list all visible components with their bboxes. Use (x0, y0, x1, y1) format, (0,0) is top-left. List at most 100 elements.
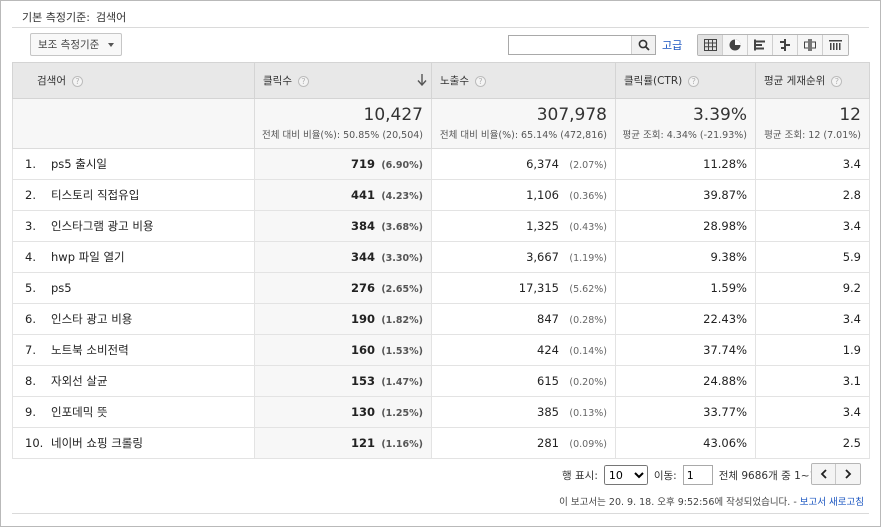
position-value: 5.9 (842, 250, 861, 264)
row-index: 5. (25, 281, 36, 295)
ctr-cell: 22.43% (615, 303, 756, 335)
page-nav (811, 463, 861, 485)
keyword-link[interactable]: ps5 (51, 281, 72, 295)
search-button[interactable] (631, 36, 655, 54)
keyword-link[interactable]: 네이버 쇼핑 크롤링 (51, 436, 143, 450)
view-pie-button[interactable] (723, 35, 748, 55)
position-value: 3.1 (842, 374, 861, 388)
position-value: 1.9 (842, 343, 861, 357)
row-index: 4. (25, 250, 36, 264)
col-header-keyword[interactable]: 검색어? (12, 62, 255, 99)
keyword-link[interactable]: 노트북 소비전력 (51, 343, 129, 357)
goto-page-input[interactable] (682, 465, 713, 485)
clicks-cell: 121 (1.16%) (254, 427, 432, 459)
col-header-clicks[interactable]: 클릭수? (254, 62, 432, 99)
clicks-percent: (1.47%) (381, 377, 423, 388)
sort-descending-icon (417, 74, 427, 86)
totals-row: 10,427 전체 대비 비율(%): 50.85% (20,504) 307,… (12, 98, 870, 149)
ctr-value: 9.38% (710, 250, 747, 264)
keyword-link[interactable]: 인스타그램 광고 비용 (51, 219, 154, 233)
impressions-percent: (0.20%) (569, 377, 607, 388)
total-ctr: 3.39% 평균 조회: 4.34% (-21.93%) (615, 98, 756, 149)
ctr-cell: 1.59% (615, 272, 756, 304)
table-row: 2. 티스토리 직접유입 441 (4.23%) 1,106 (0.36%) 39.87% 2… (12, 179, 870, 211)
impressions-cell: 6,374 (2.07%) (431, 148, 616, 180)
impressions-value: 1,325 (526, 219, 559, 233)
col-header-impressions[interactable]: 노출수? (431, 62, 616, 99)
keyword-cell: 7. 노트북 소비전력 (12, 334, 255, 366)
report-timestamp: 이 보고서는 20. 9. 18. 오후 9:52:56에 작성되었습니다. -… (559, 497, 864, 508)
chevron-left-icon (820, 469, 827, 479)
clicks-value: 344 (350, 250, 375, 264)
totals-label-cell (12, 98, 255, 149)
position-cell: 3.4 (755, 396, 870, 428)
col-header-ctr[interactable]: 클릭률(CTR)? (615, 62, 756, 99)
help-icon[interactable]: ? (474, 75, 486, 87)
report-table: 검색어? 클릭수? 노출수? 클릭률(CTR)? 평균 게재순위? 10,427… (12, 62, 870, 459)
page-range: 전체 9686개 중 1~10 (718, 469, 823, 482)
ctr-cell: 24.88% (615, 365, 756, 397)
keyword-cell: 2. 티스토리 직접유입 (12, 179, 255, 211)
advanced-filter-link[interactable]: 고급 (662, 37, 682, 53)
clicks-cell: 344 (3.30%) (254, 241, 432, 273)
ctr-value: 43.06% (703, 436, 747, 450)
keyword-link[interactable]: 자외선 살균 (51, 374, 108, 388)
impressions-cell: 424 (0.14%) (431, 334, 616, 366)
position-cell: 3.4 (755, 303, 870, 335)
row-index: 6. (25, 312, 36, 326)
position-value: 3.4 (842, 157, 861, 171)
next-page-button[interactable] (836, 464, 860, 484)
clicks-cell: 441 (4.23%) (254, 179, 432, 211)
impressions-value: 6,374 (526, 157, 559, 171)
refresh-report-link[interactable]: 보고서 새로고침 (800, 497, 864, 508)
secondary-dimension-dropdown[interactable]: 보조 측정기준 (30, 33, 122, 56)
ctr-value: 22.43% (703, 312, 747, 326)
table-row: 9. 인포데믹 뜻 130 (1.25%) 385 (0.13%) 33.77% 3.4 (12, 396, 870, 428)
position-cell: 5.9 (755, 241, 870, 273)
view-term-cloud-button[interactable] (823, 35, 848, 55)
help-icon[interactable]: ? (688, 75, 700, 87)
clicks-percent: (6.90%) (381, 160, 423, 171)
col-header-position[interactable]: 평균 게재순위? (755, 62, 870, 99)
table-icon (703, 39, 717, 51)
impressions-percent: (2.07%) (569, 160, 607, 171)
clicks-value: 121 (350, 436, 375, 450)
keyword-cell: 6. 인스타 광고 비용 (12, 303, 255, 335)
clicks-percent: (1.82%) (381, 315, 423, 326)
impressions-cell: 1,106 (0.36%) (431, 179, 616, 211)
keyword-link[interactable]: 인포데믹 뜻 (51, 405, 108, 419)
keyword-link[interactable]: 티스토리 직접유입 (51, 188, 139, 202)
primary-dimension-label: 기본 측정기준: (22, 11, 90, 24)
view-performance-button[interactable] (748, 35, 773, 55)
primary-dimension-value[interactable]: 검색어 (96, 11, 126, 24)
pie-chart-icon (729, 39, 741, 51)
help-icon[interactable]: ? (71, 75, 83, 87)
search-input[interactable] (509, 36, 631, 54)
position-value: 9.2 (842, 281, 861, 295)
keyword-link[interactable]: 인스타 광고 비용 (51, 312, 132, 326)
impressions-value: 847 (537, 312, 559, 326)
keyword-link[interactable]: hwp 파일 열기 (51, 250, 125, 264)
ctr-cell: 28.98% (615, 210, 756, 242)
table-row: 7. 노트북 소비전력 160 (1.53%) 424 (0.14%) 37.74% 1.9 (12, 334, 870, 366)
impressions-cell: 1,325 (0.43%) (431, 210, 616, 242)
prev-page-button[interactable] (812, 464, 836, 484)
total-position: 12 평균 조회: 12 (7.01%) (755, 98, 870, 149)
clicks-value: 190 (350, 312, 375, 326)
ctr-value: 28.98% (703, 219, 747, 233)
keyword-link[interactable]: ps5 출시일 (51, 157, 107, 171)
clicks-cell: 190 (1.82%) (254, 303, 432, 335)
impressions-percent: (0.28%) (569, 315, 607, 326)
view-table-button[interactable] (698, 35, 723, 55)
impressions-value: 3,667 (526, 250, 559, 264)
keyword-cell: 5. ps5 (12, 272, 255, 304)
impressions-percent: (0.43%) (569, 222, 607, 233)
row-index: 2. (25, 188, 36, 202)
row-index: 8. (25, 374, 36, 388)
view-pivot-button[interactable] (798, 35, 823, 55)
help-icon[interactable]: ? (831, 75, 843, 87)
help-icon[interactable]: ? (297, 75, 309, 87)
view-comparison-button[interactable] (773, 35, 798, 55)
rows-per-page-select[interactable]: 10 (603, 465, 648, 485)
clicks-cell: 160 (1.53%) (254, 334, 432, 366)
